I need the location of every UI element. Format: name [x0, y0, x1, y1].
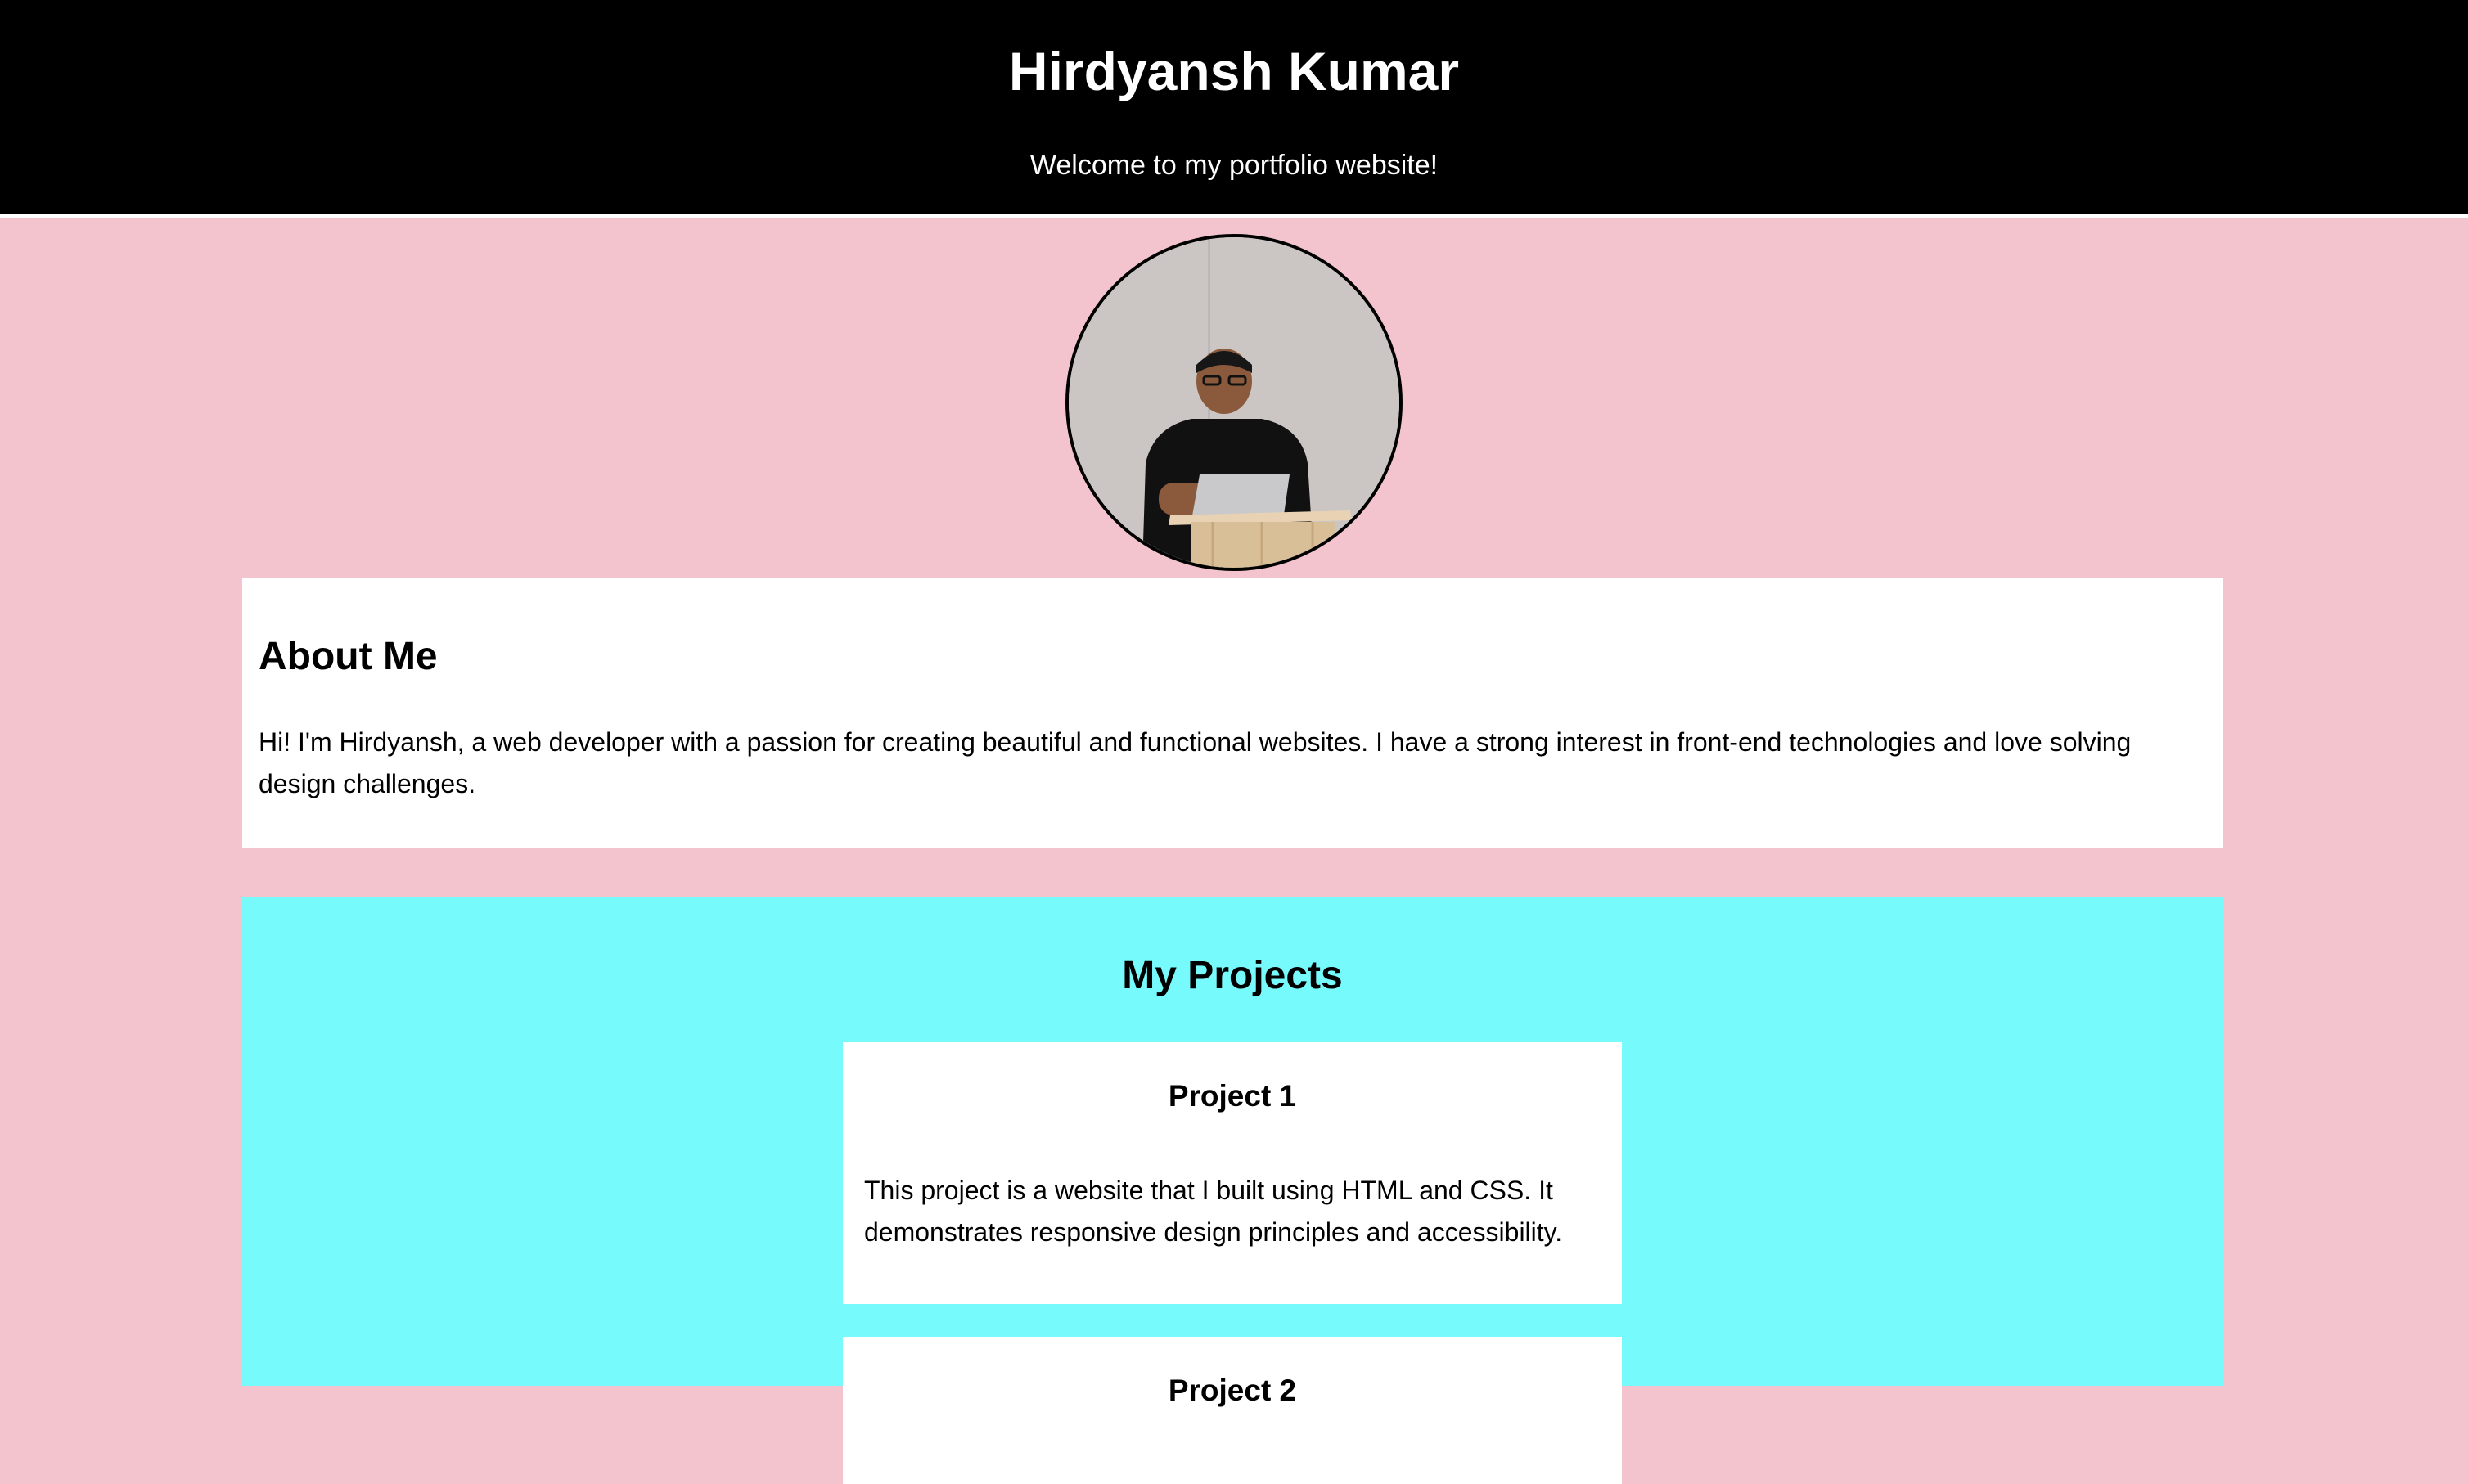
project-title: Project 2 [1168, 1374, 1297, 1407]
project-title: Project 1 [1168, 1079, 1297, 1113]
site-title: Hirdyansh Kumar [1008, 41, 1460, 101]
project-description: This project is a website that I built u… [864, 1176, 1563, 1247]
project-card: Project 1 This project is a website that… [843, 1042, 1622, 1304]
projects-heading: My Projects [1122, 954, 1343, 997]
site-header: Hirdyansh Kumar Welcome to my portfolio … [0, 0, 2468, 214]
project-card: Project 2 [843, 1337, 1622, 1484]
header-divider [0, 214, 2468, 218]
profile-photo [1065, 234, 1403, 571]
about-text: Hi! I'm Hirdyansh, a web developer with … [259, 727, 2132, 798]
profile-photo-illustration [1069, 237, 1399, 568]
about-heading: About Me [259, 635, 438, 678]
site-subtitle: Welcome to my portfolio website! [1029, 150, 1439, 181]
about-section: About Me Hi! I'm Hirdyansh, a web develo… [242, 578, 2223, 848]
projects-section: My Projects Project 1 This project is a … [242, 897, 2223, 1484]
